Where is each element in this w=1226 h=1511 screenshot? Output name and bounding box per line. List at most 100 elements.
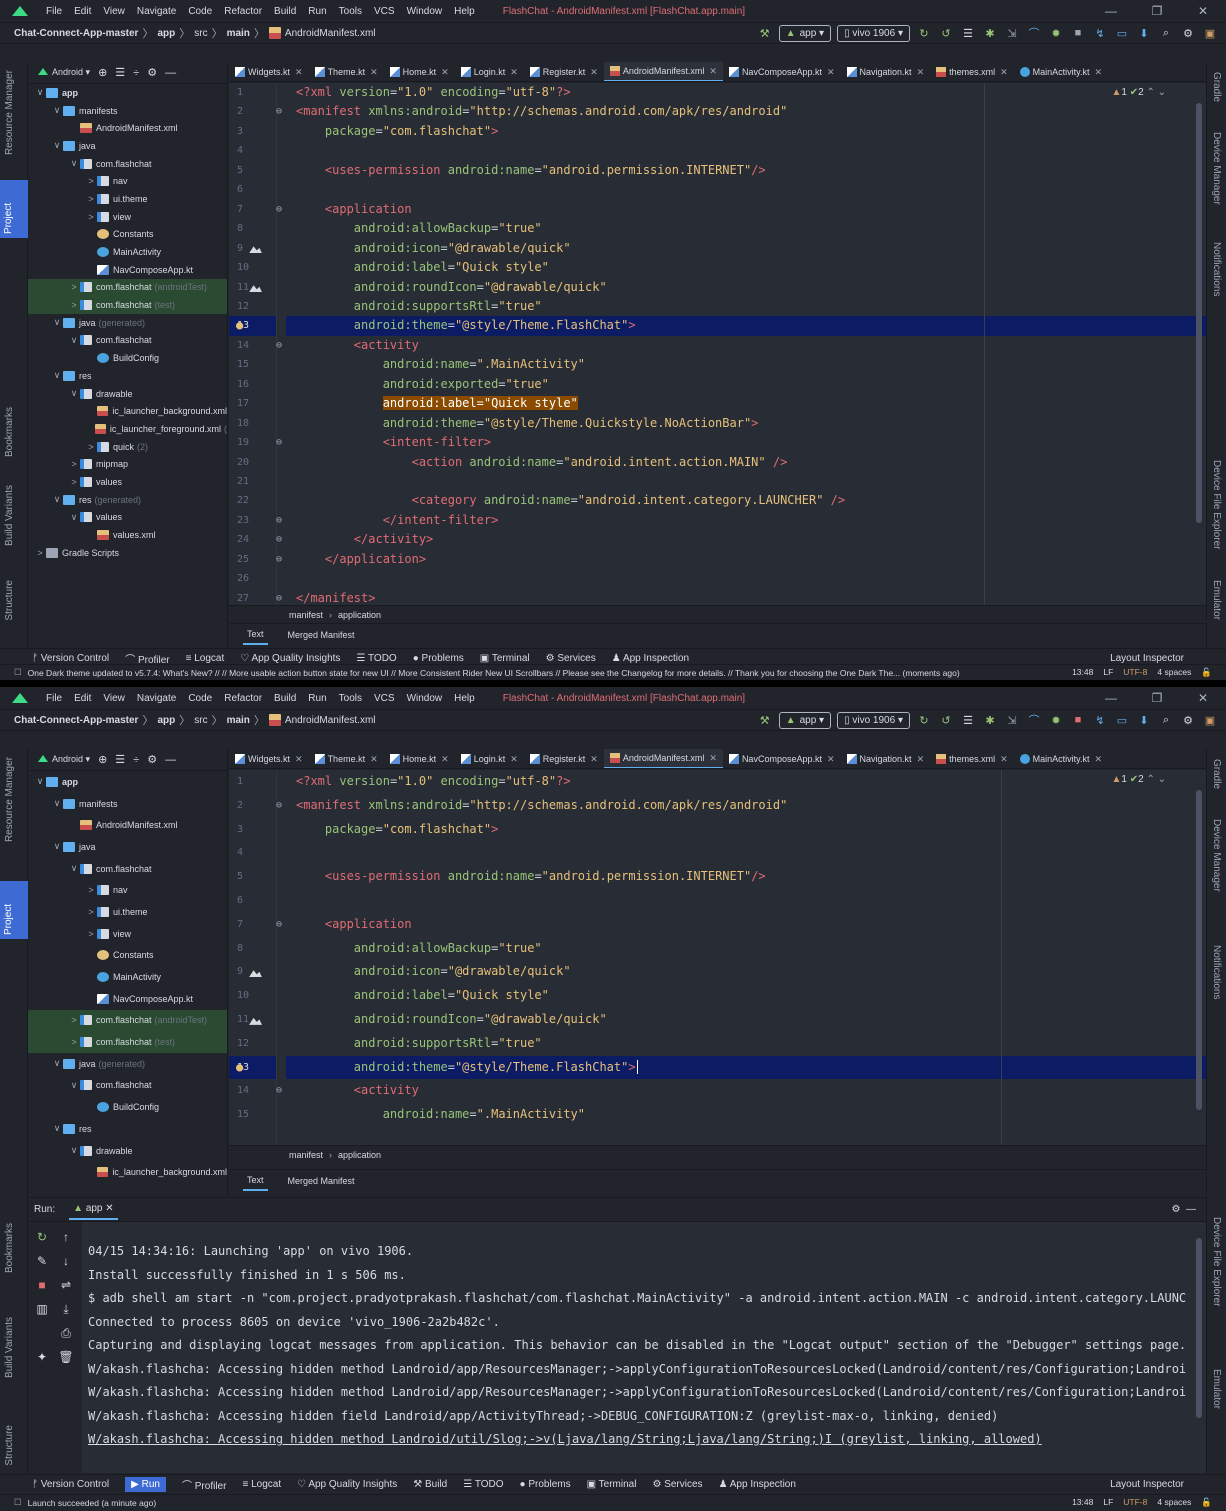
chevron-icon[interactable]: > bbox=[68, 1037, 80, 1047]
menu-edit[interactable]: Edit bbox=[68, 6, 97, 17]
crumb-application[interactable]: application bbox=[338, 610, 381, 620]
breadcrumb-project[interactable]: Chat-Connect-App-master bbox=[14, 715, 138, 726]
trash-icon[interactable]: 🗑 bbox=[56, 1350, 76, 1364]
chevron-icon[interactable]: ∨ bbox=[68, 335, 80, 346]
tool-todo[interactable]: ☰ TODO bbox=[463, 1479, 503, 1490]
editor-tab[interactable]: Widgets.kt ✕ bbox=[229, 62, 309, 81]
tree-item[interactable]: BuildConfig bbox=[28, 349, 227, 367]
menu-vcs[interactable]: VCS bbox=[368, 6, 401, 17]
tree-item[interactable]: ∨ java (generated) bbox=[28, 314, 227, 332]
editor-tab[interactable]: AndroidManifest.xml ✕ bbox=[603, 62, 723, 81]
code-line[interactable]: ⊖ </manifest> bbox=[276, 589, 1206, 605]
code-editor[interactable]: 1 2 3 4 5 6 7 8 9 10 11 12 13 14 15 16 17 18 19 20 21 22 23 24 2… bbox=[229, 83, 1206, 605]
editor-tab[interactable]: themes.xml ✕ bbox=[930, 749, 1014, 768]
editor-tab[interactable]: AndroidManifest.xml ✕ bbox=[603, 749, 723, 768]
stop-icon[interactable]: ■ bbox=[32, 1278, 52, 1292]
tree-item[interactable]: NavComposeApp.kt bbox=[28, 261, 227, 279]
maximize-icon[interactable]: ❐ bbox=[1134, 691, 1180, 705]
tree-item[interactable]: > com.flashchat (test) bbox=[28, 296, 227, 314]
tool-terminal[interactable]: ▣ Terminal bbox=[587, 1479, 637, 1490]
tree-item[interactable]: ∨ res bbox=[28, 1118, 227, 1140]
tree-item[interactable]: ∨ manifests bbox=[28, 793, 227, 815]
tree-item[interactable]: > view bbox=[28, 923, 227, 945]
avatar[interactable]: ▣ bbox=[1202, 713, 1218, 727]
tool-gradle[interactable]: Gradle bbox=[1211, 759, 1222, 789]
tool-structure[interactable]: Structure bbox=[4, 1425, 15, 1466]
code-editor[interactable]: 1 2 3 4 5 6 7 8 9 10 11 12 13 14 15 <?xml version="1.0… bbox=[229, 770, 1206, 1145]
debug-icon[interactable]: ✱ bbox=[982, 26, 998, 40]
code-line[interactable]: android:label="Quick style" bbox=[286, 258, 1206, 277]
code-line[interactable]: ⊖ </intent-filter> bbox=[276, 511, 1206, 530]
close-tab-icon[interactable]: ✕ bbox=[510, 754, 518, 765]
tree-item[interactable]: ∨ res bbox=[28, 367, 227, 385]
status-message[interactable]: One Dark theme updated to v5.7.4: What's… bbox=[28, 668, 960, 678]
tree-item[interactable]: > view bbox=[28, 208, 227, 226]
sdk-manager-icon[interactable]: ⬇ bbox=[1136, 713, 1152, 727]
sdk-manager-icon[interactable]: ⬇ bbox=[1136, 26, 1152, 40]
profiler-icon[interactable]: ⌒ bbox=[1026, 26, 1042, 40]
attach-debugger-icon[interactable]: ⇲ bbox=[1004, 713, 1020, 727]
locate-icon[interactable]: ⊕ bbox=[98, 753, 107, 766]
crumb-application[interactable]: application bbox=[338, 1150, 381, 1160]
lightbulb-icon[interactable]: ● bbox=[236, 1056, 243, 1080]
code-line[interactable]: android:icon="@drawable/quick" bbox=[286, 960, 1206, 984]
debug-icon[interactable]: ✱ bbox=[982, 713, 998, 727]
close-tab-icon[interactable]: ✕ bbox=[295, 754, 303, 765]
lightbulb-icon[interactable]: ● bbox=[236, 316, 243, 335]
chevron-icon[interactable]: ∨ bbox=[68, 512, 80, 523]
close-tab-icon[interactable]: ✕ bbox=[917, 67, 925, 78]
hide-panel-icon[interactable]: — bbox=[165, 67, 176, 79]
close-tab-icon[interactable]: ✕ bbox=[1000, 67, 1008, 78]
tree-item[interactable]: MainActivity bbox=[28, 243, 227, 261]
tree-item[interactable]: MainActivity bbox=[28, 966, 227, 988]
tree-item[interactable]: ∨ java bbox=[28, 836, 227, 858]
tool-version-control[interactable]: ᚠ Version Control bbox=[32, 653, 109, 664]
print-icon[interactable]: ⎙ bbox=[56, 1326, 76, 1341]
code-line[interactable]: android:allowBackup="true" bbox=[286, 937, 1206, 961]
menu-window[interactable]: Window bbox=[401, 693, 449, 704]
menu-build[interactable]: Build bbox=[268, 6, 302, 17]
pin-icon[interactable]: ✦ bbox=[32, 1350, 52, 1364]
tool-app-quality-insights[interactable]: ♡ App Quality Insights bbox=[297, 1479, 397, 1490]
editor-tab[interactable]: Register.kt ✕ bbox=[524, 62, 604, 81]
code-line[interactable]: android:exported="true" bbox=[286, 375, 1206, 394]
hammer-icon[interactable]: ⚒ bbox=[757, 713, 773, 727]
stop-icon[interactable]: ■ bbox=[1070, 713, 1086, 727]
rerun-icon[interactable]: ↻ bbox=[916, 26, 932, 40]
tool-notifications[interactable]: Notifications bbox=[1211, 242, 1222, 296]
code-line[interactable]: ⊖ <manifest xmlns:android="http://schemas… bbox=[276, 102, 1206, 121]
close-tab-icon[interactable]: ✕ bbox=[917, 754, 925, 765]
chevron-icon[interactable]: ∨ bbox=[51, 798, 63, 809]
panel-settings-icon[interactable]: ⚙ bbox=[147, 66, 157, 79]
chevron-icon[interactable]: > bbox=[68, 459, 80, 469]
code-line[interactable]: ⊖ </activity> bbox=[276, 530, 1206, 549]
code-line[interactable]: ⊖ <activity bbox=[276, 1079, 1206, 1103]
tree-item[interactable]: ic_launcher_background.xml bbox=[28, 1161, 227, 1183]
tool-gradle[interactable]: Gradle bbox=[1211, 72, 1222, 102]
editor-tab[interactable]: Register.kt ✕ bbox=[524, 749, 604, 768]
close-tab-icon[interactable]: ✕ bbox=[370, 754, 378, 765]
tree-item[interactable]: ∨ java (generated) bbox=[28, 1053, 227, 1075]
tree-item[interactable]: ∨ com.flashchat bbox=[28, 332, 227, 350]
tool-build[interactable]: ⚒ Build bbox=[413, 1479, 447, 1490]
breadcrumb-module[interactable]: app bbox=[157, 715, 175, 726]
chevron-icon[interactable]: ∨ bbox=[68, 1080, 80, 1091]
tree-item[interactable]: > nav bbox=[28, 172, 227, 190]
code-line[interactable]: android:name=".MainActivity" bbox=[286, 1103, 1206, 1127]
chevron-icon[interactable]: > bbox=[85, 907, 97, 917]
device-dropdown[interactable]: ▯ vivo 1906 ▾ bbox=[837, 711, 910, 729]
tree-item[interactable]: > com.flashchat (androidTest) bbox=[28, 1009, 227, 1032]
scroll-to-end-icon[interactable]: ⤓ bbox=[56, 1302, 76, 1317]
editor-tab[interactable]: themes.xml ✕ bbox=[930, 62, 1014, 81]
tool-problems[interactable]: ● Problems bbox=[413, 653, 464, 664]
locate-icon[interactable]: ⊕ bbox=[98, 66, 107, 79]
tree-item[interactable]: > quick (2) bbox=[28, 438, 227, 456]
close-tab-icon[interactable]: ✕ bbox=[441, 754, 449, 765]
close-tab-icon[interactable]: ✕ bbox=[1095, 67, 1103, 78]
tab-merged-manifest[interactable]: Merged Manifest bbox=[288, 630, 355, 640]
tree-item[interactable]: > com.flashchat (androidTest) bbox=[28, 278, 227, 297]
inspection-widget[interactable]: ▲1 ✔2 ⌃ ⌄ bbox=[1111, 87, 1166, 98]
tool-project[interactable]: Project bbox=[0, 180, 28, 238]
tree-item[interactable]: ∨ manifests bbox=[28, 102, 227, 120]
menu-help[interactable]: Help bbox=[448, 6, 481, 17]
